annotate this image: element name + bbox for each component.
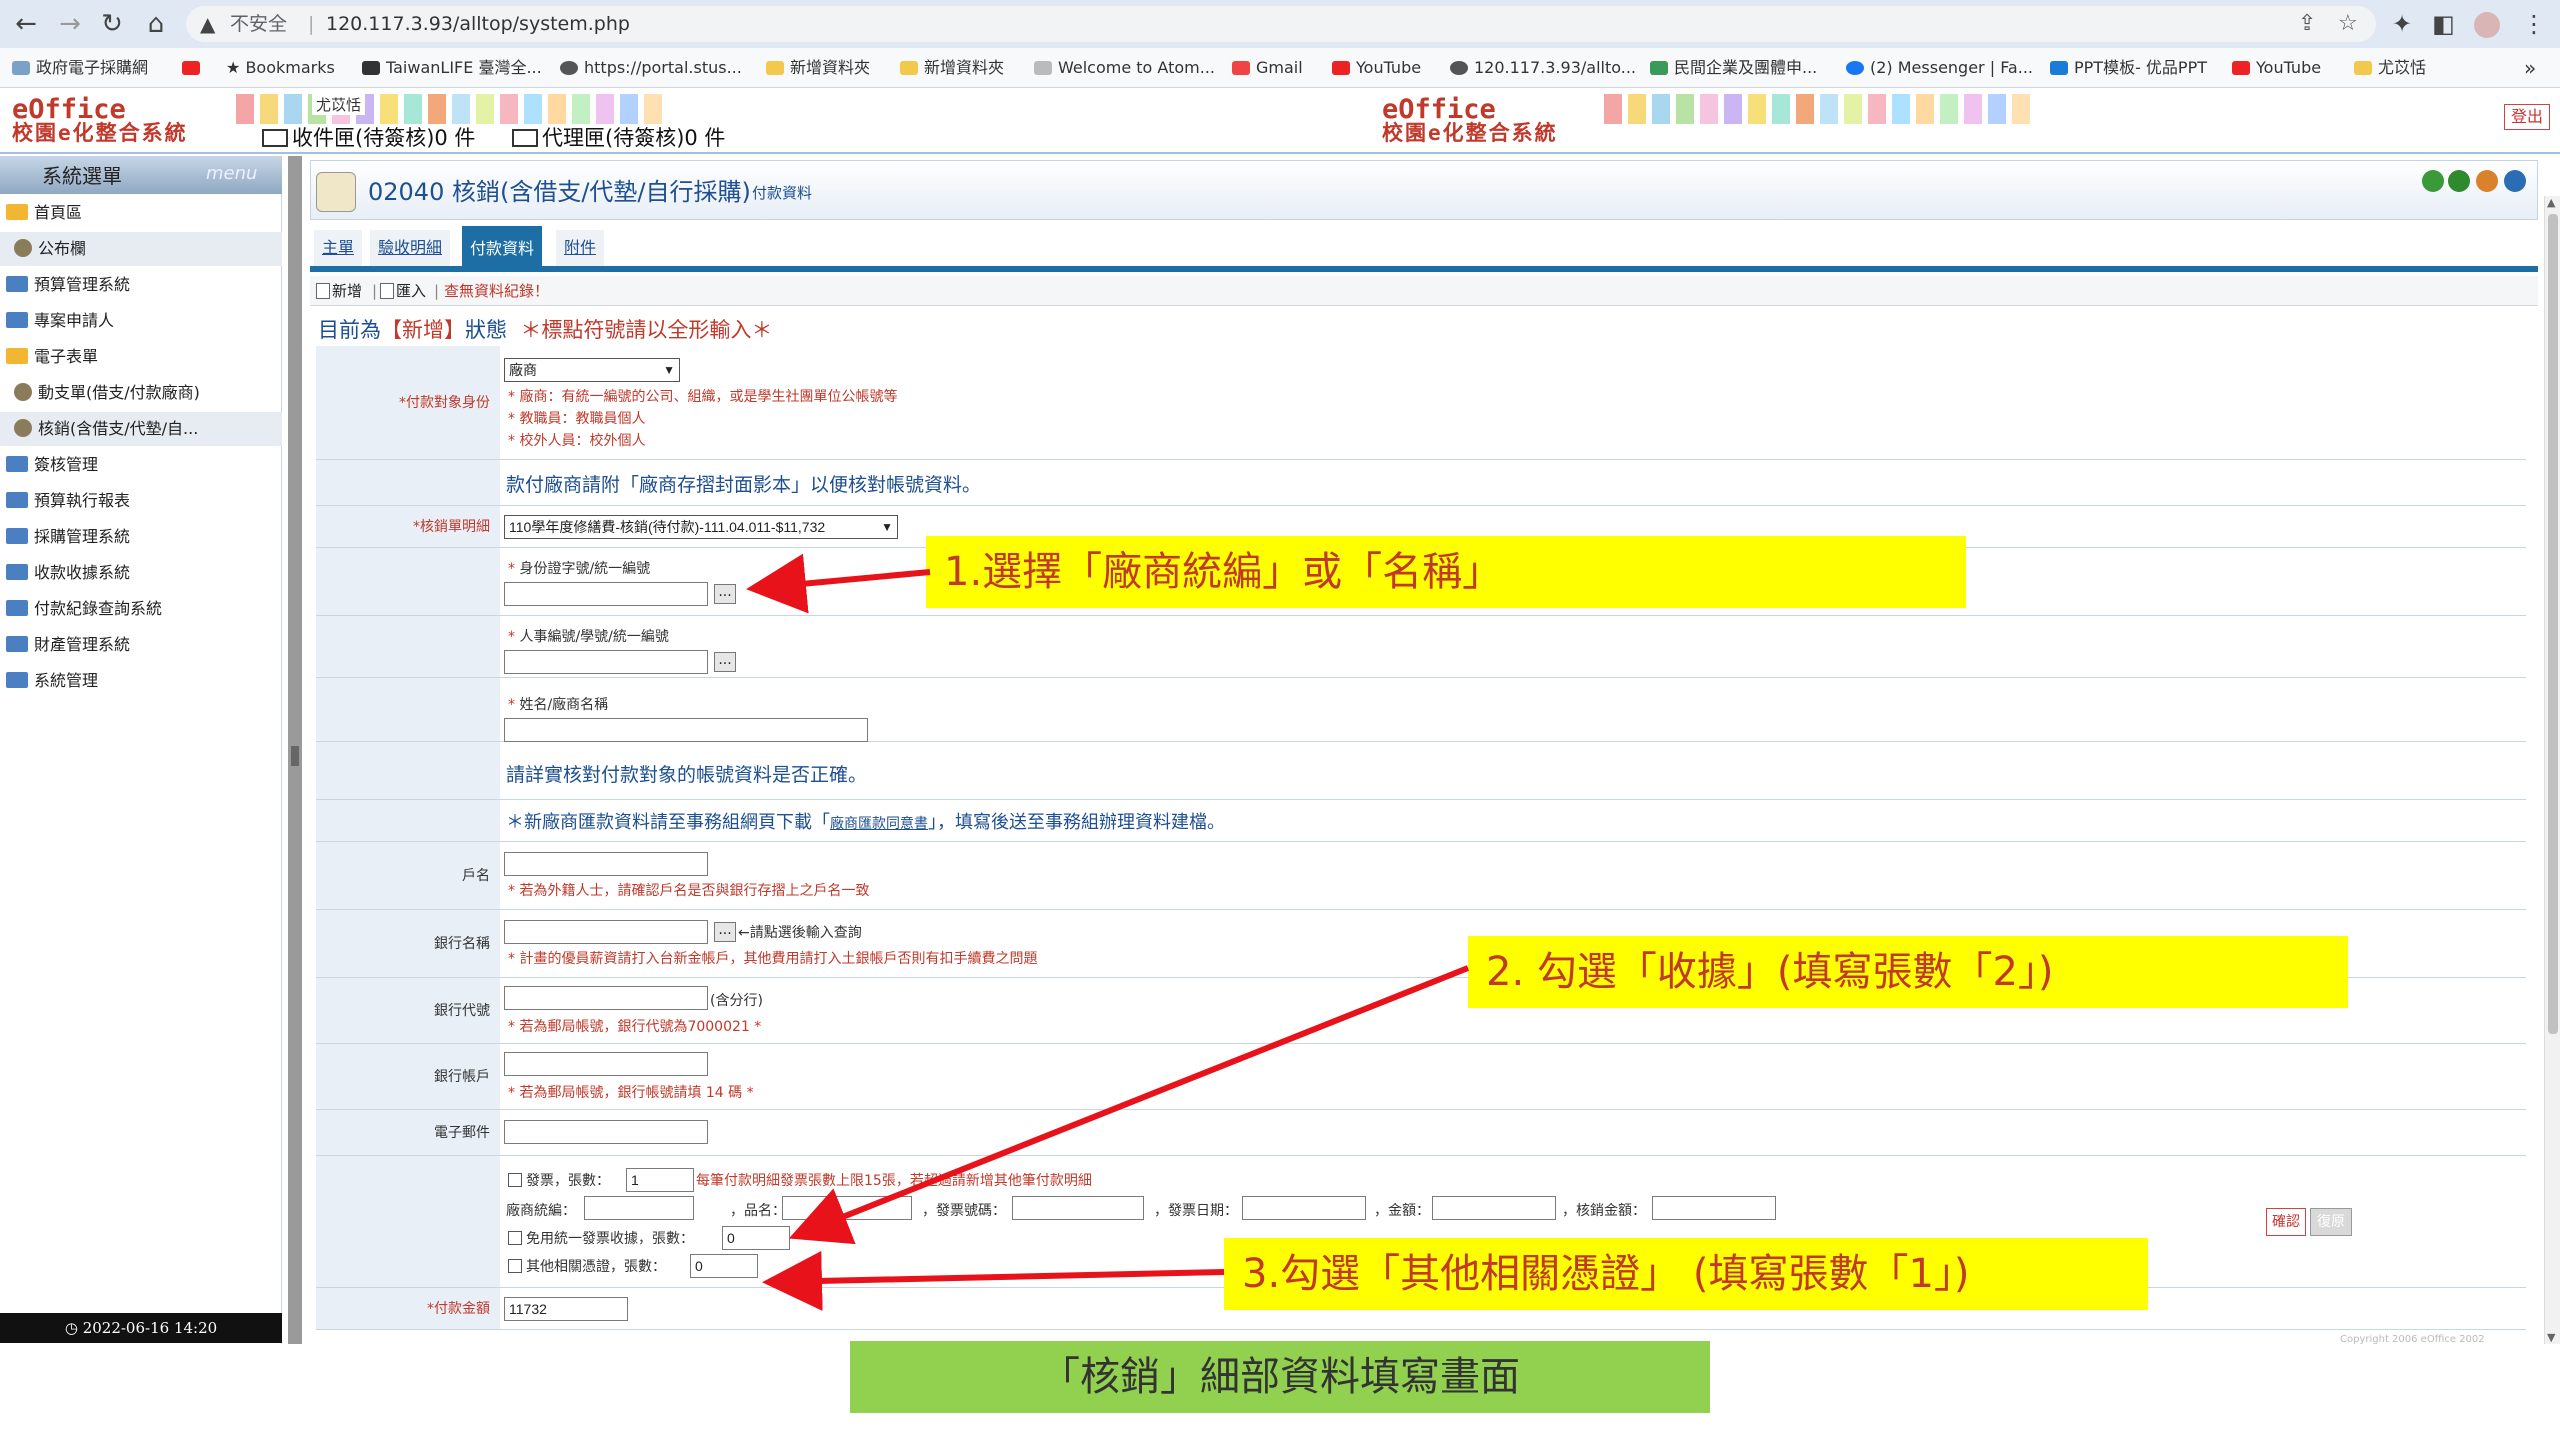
caption-banner: 「核銷」細部資料填寫畫面 xyxy=(850,1341,1710,1413)
arrow-step-2 xyxy=(788,965,1470,1245)
annotation-arrows xyxy=(746,553,1470,1311)
arrow-step-3 xyxy=(762,1250,1225,1311)
arrow-step-1 xyxy=(746,553,931,614)
